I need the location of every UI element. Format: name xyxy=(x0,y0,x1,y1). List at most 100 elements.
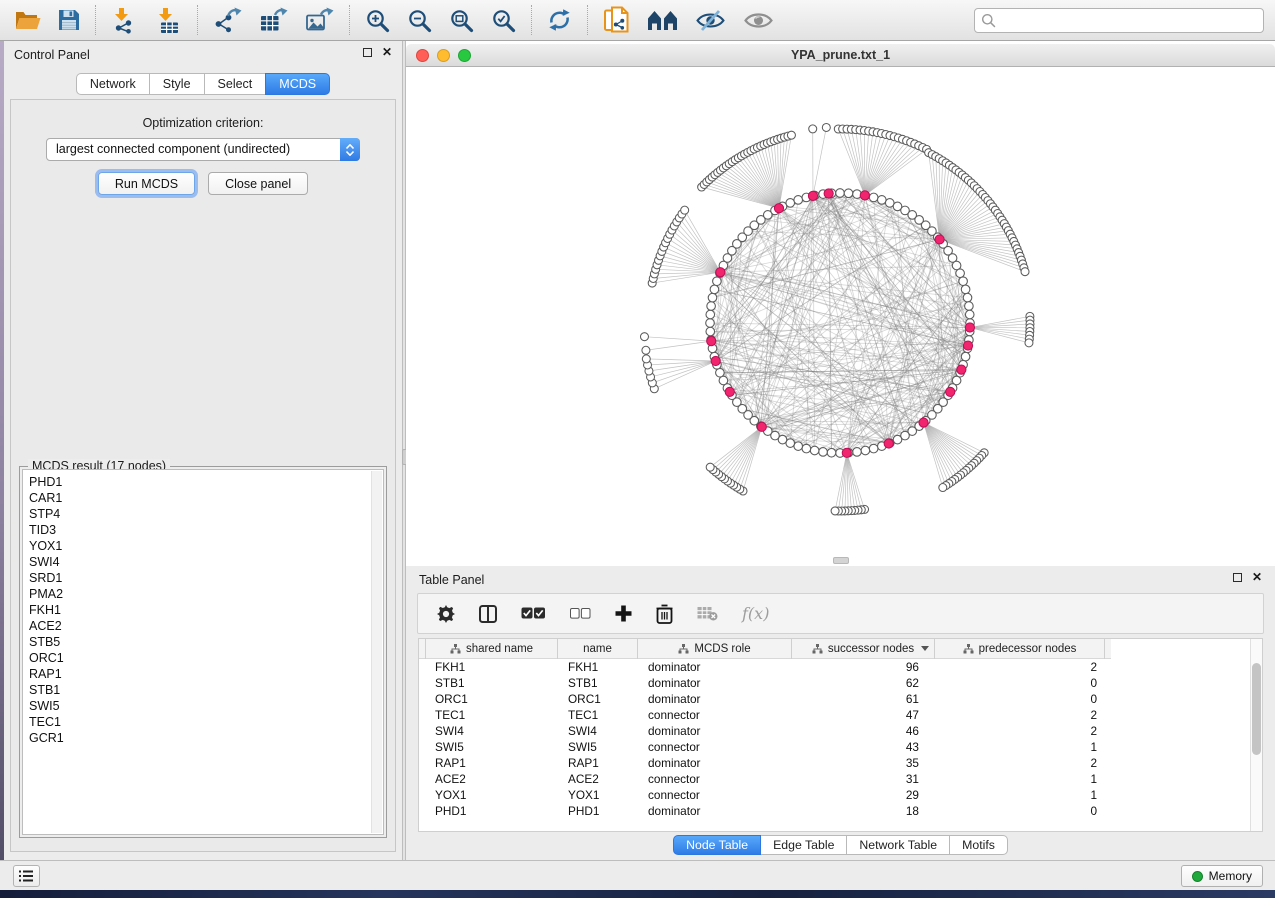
ring-node[interactable] xyxy=(959,277,968,286)
mcds-result-item[interactable]: GCR1 xyxy=(29,730,383,746)
ring-node[interactable] xyxy=(710,285,719,294)
mcds-result-item[interactable]: FKH1 xyxy=(29,602,383,618)
tab-mcds[interactable]: MCDS xyxy=(265,73,330,95)
mcds-hub-node[interactable] xyxy=(716,268,725,277)
table-row[interactable]: SWI4SWI4dominator462 xyxy=(425,723,1262,739)
mcds-hub-node[interactable] xyxy=(711,356,720,365)
table-row[interactable]: RAP1RAP1dominator352 xyxy=(425,755,1262,771)
mcds-result-item[interactable]: PHD1 xyxy=(29,474,383,490)
search-input[interactable] xyxy=(1000,11,1263,31)
mcds-hub-node[interactable] xyxy=(860,191,869,200)
ring-node[interactable] xyxy=(869,193,878,202)
first-neighbors-icon[interactable] xyxy=(647,9,678,31)
ring-node[interactable] xyxy=(786,199,795,208)
ring-node[interactable] xyxy=(706,327,715,336)
mcds-hub-node[interactable] xyxy=(965,323,974,332)
export-table-icon[interactable] xyxy=(259,7,288,34)
ring-node[interactable] xyxy=(708,293,717,302)
mcds-result-item[interactable]: SWI5 xyxy=(29,698,383,714)
leaf-node[interactable] xyxy=(939,484,947,492)
column-header[interactable]: predecessor nodes xyxy=(935,639,1105,659)
import-table-icon[interactable] xyxy=(155,7,182,34)
task-history-button[interactable] xyxy=(13,865,40,887)
column-header[interactable]: successor nodes xyxy=(792,639,935,659)
table-row[interactable]: STB1STB1dominator620 xyxy=(425,675,1262,691)
ring-node[interactable] xyxy=(794,442,803,451)
leaf-node[interactable] xyxy=(809,125,817,133)
ring-node[interactable] xyxy=(869,444,878,453)
ring-node[interactable] xyxy=(707,302,716,311)
ring-node[interactable] xyxy=(861,446,870,455)
add-column-icon[interactable] xyxy=(615,605,632,622)
memory-button[interactable]: Memory xyxy=(1181,865,1263,887)
leaf-node[interactable] xyxy=(642,346,650,354)
mcds-hub-node[interactable] xyxy=(808,191,817,200)
ring-node[interactable] xyxy=(706,310,715,319)
close-table-panel-icon[interactable]: ✕ xyxy=(1252,573,1262,582)
leaf-node[interactable] xyxy=(642,355,650,363)
mcds-hub-node[interactable] xyxy=(824,189,833,198)
minimize-window-icon[interactable] xyxy=(437,49,450,62)
float-table-panel-icon[interactable] xyxy=(1233,573,1242,582)
network-canvas[interactable] xyxy=(406,67,1275,566)
show-all-eye-icon[interactable] xyxy=(743,9,774,32)
leaf-node[interactable] xyxy=(822,123,830,131)
ring-node[interactable] xyxy=(836,189,845,198)
import-network-icon[interactable] xyxy=(111,7,138,34)
network-window-titlebar[interactable]: YPA_prune.txt_1 xyxy=(406,44,1275,67)
mcds-hub-node[interactable] xyxy=(919,418,928,427)
mcds-result-item[interactable]: TEC1 xyxy=(29,714,383,730)
close-panel-button[interactable]: Close panel xyxy=(208,172,308,195)
leaf-node[interactable] xyxy=(681,206,689,214)
mcds-result-list[interactable]: PHD1CAR1STP4TID3YOX1SWI4SRD1PMA2FKH1ACE2… xyxy=(22,469,384,835)
ring-node[interactable] xyxy=(963,293,972,302)
table-row[interactable]: TEC1TEC1connector472 xyxy=(425,707,1262,723)
delete-column-icon[interactable] xyxy=(656,604,673,624)
leaf-node[interactable] xyxy=(706,463,714,471)
tab-style[interactable]: Style xyxy=(149,73,205,95)
ring-node[interactable] xyxy=(965,302,974,311)
ring-node[interactable] xyxy=(827,448,836,457)
ring-node[interactable] xyxy=(794,196,803,205)
mcds-hub-node[interactable] xyxy=(725,387,734,396)
tab-edge-table[interactable]: Edge Table xyxy=(760,835,847,855)
mcds-result-item[interactable]: ORC1 xyxy=(29,650,383,666)
tab-network-table[interactable]: Network Table xyxy=(846,835,950,855)
ring-node[interactable] xyxy=(961,285,970,294)
table-row[interactable]: FKH1FKH1dominator962 xyxy=(425,659,1262,675)
export-image-icon[interactable] xyxy=(305,7,334,34)
leaf-node[interactable] xyxy=(1025,339,1033,347)
ring-node[interactable] xyxy=(965,310,974,319)
mcds-result-item[interactable]: TID3 xyxy=(29,522,383,538)
hide-selected-eye-icon[interactable] xyxy=(695,9,726,32)
close-panel-icon[interactable]: ✕ xyxy=(382,48,392,57)
mcds-hub-node[interactable] xyxy=(757,422,766,431)
table-row[interactable]: ACE2ACE2connector311 xyxy=(425,771,1262,787)
mcds-result-item[interactable]: SWI4 xyxy=(29,554,383,570)
column-header[interactable]: shared name xyxy=(425,639,558,659)
mcds-hub-node[interactable] xyxy=(963,341,972,350)
mcds-result-item[interactable]: RAP1 xyxy=(29,666,383,682)
horizontal-splitter-grip[interactable] xyxy=(833,557,849,564)
table-row[interactable]: YOX1YOX1connector291 xyxy=(425,787,1262,803)
mcds-result-item[interactable]: STB1 xyxy=(29,682,383,698)
column-header[interactable]: MCDS role xyxy=(638,639,792,659)
tab-node-table[interactable]: Node Table xyxy=(673,835,761,855)
table-row[interactable]: SWI5SWI5connector431 xyxy=(425,739,1262,755)
tab-select[interactable]: Select xyxy=(204,73,267,95)
mcds-hub-node[interactable] xyxy=(842,448,851,457)
table-scrollbar[interactable] xyxy=(1250,639,1262,831)
ring-node[interactable] xyxy=(961,352,970,361)
ring-node[interactable] xyxy=(853,448,862,457)
save-icon[interactable] xyxy=(58,9,80,31)
mcds-result-item[interactable]: CAR1 xyxy=(29,490,383,506)
ring-node[interactable] xyxy=(877,196,886,205)
table-row[interactable]: PHD1PHD1dominator180 xyxy=(425,803,1262,819)
mcds-hub-node[interactable] xyxy=(707,336,716,345)
column-header[interactable]: name xyxy=(558,639,638,659)
mcds-hub-node[interactable] xyxy=(884,439,893,448)
mcds-hub-node[interactable] xyxy=(946,387,955,396)
zoom-selected-icon[interactable] xyxy=(491,8,516,33)
refresh-icon[interactable] xyxy=(547,8,572,32)
open-folder-icon[interactable] xyxy=(15,9,41,31)
